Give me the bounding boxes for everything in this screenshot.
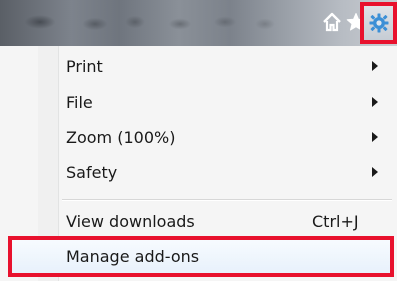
menu-item-zoom[interactable]: Zoom (100%)	[0, 119, 397, 155]
menu-item-shortcut: Ctrl+J	[312, 211, 359, 231]
menu-separator	[62, 199, 392, 201]
menu-item-safety[interactable]: Safety	[0, 154, 397, 190]
menu-item-file[interactable]: File	[0, 84, 397, 120]
menu-item-label: Manage add-ons	[66, 246, 200, 266]
menu-item-label: View downloads	[66, 211, 195, 231]
gear-icon	[369, 13, 388, 33]
menu-item-label: Zoom (100%)	[66, 127, 176, 147]
submenu-arrow-icon	[372, 97, 378, 107]
menu-item-label: Print	[66, 56, 103, 76]
menu-item-label: Safety	[66, 162, 118, 182]
submenu-arrow-icon	[372, 167, 378, 177]
tools-dropdown-menu: Print File Zoom (100%) Safety View downl…	[0, 46, 397, 281]
tools-gear-button[interactable]	[360, 2, 397, 44]
blurred-command-bar	[0, 0, 290, 46]
menu-item-view-downloads[interactable]: View downloads Ctrl+J	[0, 203, 397, 239]
browser-screen: Print File Zoom (100%) Safety View downl…	[0, 0, 397, 281]
submenu-arrow-icon	[372, 132, 378, 142]
menu-item-label: File	[66, 92, 93, 112]
submenu-arrow-icon	[372, 61, 378, 71]
browser-toolbar	[0, 0, 397, 46]
menu-item-print[interactable]: Print	[0, 48, 397, 84]
menu-item-manage-add-ons[interactable]: Manage add-ons	[0, 238, 397, 274]
